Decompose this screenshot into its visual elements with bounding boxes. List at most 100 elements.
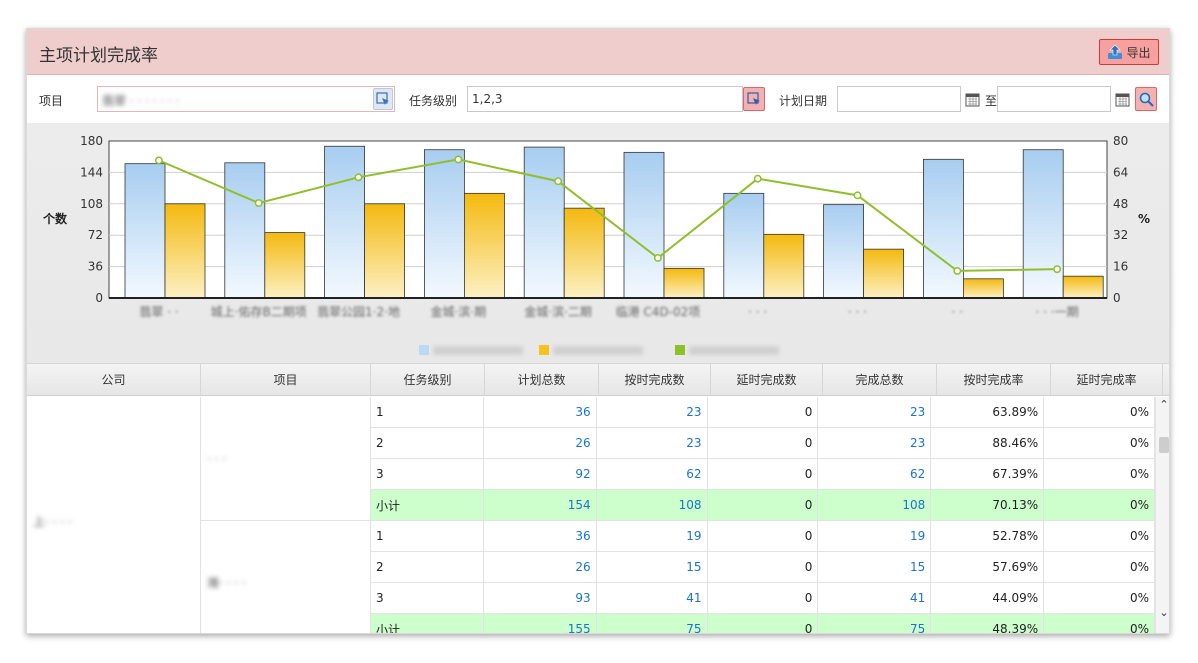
column-header[interactable]: 项目 (201, 364, 371, 395)
delay-rate-cell: 0% (1044, 459, 1155, 489)
project-name: · · · (207, 451, 227, 466)
ontime-cell[interactable]: 15 (597, 552, 708, 582)
level-picker-button[interactable] (743, 87, 765, 111)
planned-cell[interactable]: 26 (484, 428, 597, 458)
delay-rate-cell: 0% (1044, 614, 1155, 633)
ontime-cell[interactable]: 108 (597, 490, 708, 520)
planned-cell[interactable]: 93 (484, 583, 597, 613)
done-cell[interactable]: 108 (818, 490, 932, 520)
delay-rate-cell: 0% (1044, 552, 1155, 582)
ontime-rate-cell: 57.69% (931, 552, 1045, 582)
x-tick-label: 金城·滨·二期 (524, 304, 592, 319)
done-cell[interactable]: 19 (818, 521, 932, 551)
ontime-rate-cell: 44.09% (931, 583, 1045, 613)
bar-planned (324, 145, 366, 299)
column-header[interactable]: 按时完成率 (937, 364, 1051, 395)
calendar-icon (1115, 93, 1129, 106)
bar-ontime (863, 248, 904, 299)
subtotal-row: 小计 154 108 0 108 70.13% 0% (371, 490, 1155, 521)
bar-ontime (963, 278, 1004, 299)
ontime-cell[interactable]: 75 (597, 614, 708, 633)
delayed-cell: 0 (708, 428, 819, 458)
level-input[interactable]: 1,2,3 (467, 86, 743, 112)
y-left-axis-label: 个数 (42, 211, 68, 226)
date-from-calendar-button[interactable] (961, 87, 983, 111)
chart-panel: 0 36 72 108 144 180 0 16 32 48 64 80 个数% 翡翠 · · 城上·佑存B… (27, 123, 1169, 363)
x-tick-label: 城上·佑存B二期项 (211, 305, 307, 319)
legend-swatch (675, 345, 685, 355)
level-cell: 1 (371, 521, 484, 551)
ontime-rate-cell: 88.46% (931, 428, 1045, 458)
done-cell[interactable]: 41 (818, 583, 932, 613)
search-button[interactable] (1135, 87, 1157, 111)
planned-cell[interactable]: 92 (484, 459, 597, 489)
column-header[interactable]: 完成总数 (823, 364, 937, 395)
report-window: 主项计划完成率 导出 项目 翡翠 · · · · · · · 任务级别 1,2,… (26, 28, 1170, 634)
rate-point (953, 266, 962, 275)
y-left-tick-label: 0 (95, 291, 103, 305)
subtotal-row: 小计 155 75 0 75 48.39% 0% (371, 614, 1155, 633)
company-cell: 上· · · · (27, 397, 201, 633)
column-header[interactable]: 延时完成率 (1051, 364, 1163, 395)
chevron-down-icon[interactable]: ⌄ (1158, 607, 1169, 619)
done-cell[interactable]: 75 (818, 614, 932, 633)
planned-cell[interactable]: 155 (484, 614, 597, 633)
y-right-tick-label: 32 (1113, 228, 1128, 242)
table-scrollbar[interactable]: ⌃ ⌄ (1155, 397, 1169, 633)
ontime-cell[interactable]: 23 (597, 428, 708, 458)
ontime-cell[interactable]: 62 (597, 459, 708, 489)
ontime-cell[interactable]: 19 (597, 521, 708, 551)
planned-cell[interactable]: 154 (484, 490, 597, 520)
ontime-cell[interactable]: 23 (597, 397, 708, 427)
rate-point (154, 156, 163, 165)
page-title: 主项计划完成率 (39, 46, 158, 66)
chevron-up-icon[interactable]: ⌃ (1158, 399, 1169, 411)
project-picker-button[interactable] (373, 88, 393, 110)
filter-bar: 项目 翡翠 · · · · · · · 任务级别 1,2,3 计划日期 至 (27, 75, 1169, 123)
project-cell: 潍· · · · (201, 521, 371, 633)
picker-icon (747, 92, 760, 105)
delayed-cell: 0 (708, 552, 819, 582)
bar-planned (1022, 149, 1064, 299)
planned-cell[interactable]: 36 (484, 521, 597, 551)
planned-cell[interactable]: 36 (484, 397, 597, 427)
x-tick-label: · · · (748, 305, 767, 319)
level-cell: 2 (371, 428, 484, 458)
y-left-tick-label: 144 (80, 165, 103, 179)
column-header[interactable]: 计划总数 (485, 364, 599, 395)
bar-planned (623, 151, 665, 299)
table-row: 1 36 19 0 19 52.78% 0% (371, 521, 1155, 552)
rate-point (1053, 265, 1062, 274)
done-cell[interactable]: 23 (818, 428, 932, 458)
done-cell[interactable]: 15 (818, 552, 932, 582)
done-cell[interactable]: 23 (818, 397, 932, 427)
column-header[interactable]: 按时完成数 (599, 364, 711, 395)
export-label: 导出 (1126, 45, 1151, 60)
legend-label-placeholder (689, 346, 779, 355)
date-from-input[interactable] (837, 86, 961, 112)
rate-point (554, 177, 563, 186)
date-to-input[interactable] (997, 86, 1111, 112)
column-header[interactable]: 公司 (27, 364, 201, 395)
export-button[interactable]: 导出 (1099, 39, 1159, 65)
rate-point (753, 174, 762, 183)
ontime-cell[interactable]: 41 (597, 583, 708, 613)
column-header[interactable]: 任务级别 (371, 364, 485, 395)
bar-ontime (1062, 275, 1104, 299)
rate-point (853, 191, 862, 200)
bar-planned (523, 146, 565, 299)
y-right-tick-label: 48 (1113, 197, 1128, 211)
y-right-tick-label: 16 (1113, 260, 1128, 274)
level-cell: 2 (371, 552, 484, 582)
done-cell[interactable]: 62 (818, 459, 932, 489)
bar-ontime (663, 267, 705, 299)
bar-ontime (164, 203, 206, 299)
y-left-tick-label: 72 (88, 228, 103, 242)
column-header[interactable]: 延时完成数 (711, 364, 823, 395)
date-to-calendar-button[interactable] (1111, 87, 1133, 111)
project-input[interactable]: 翡翠 · · · · · · · (97, 86, 395, 112)
y-left-tick-label: 36 (88, 260, 103, 274)
planned-cell[interactable]: 26 (484, 552, 597, 582)
scrollbar-thumb[interactable] (1159, 437, 1169, 453)
rate-point (653, 254, 662, 262)
